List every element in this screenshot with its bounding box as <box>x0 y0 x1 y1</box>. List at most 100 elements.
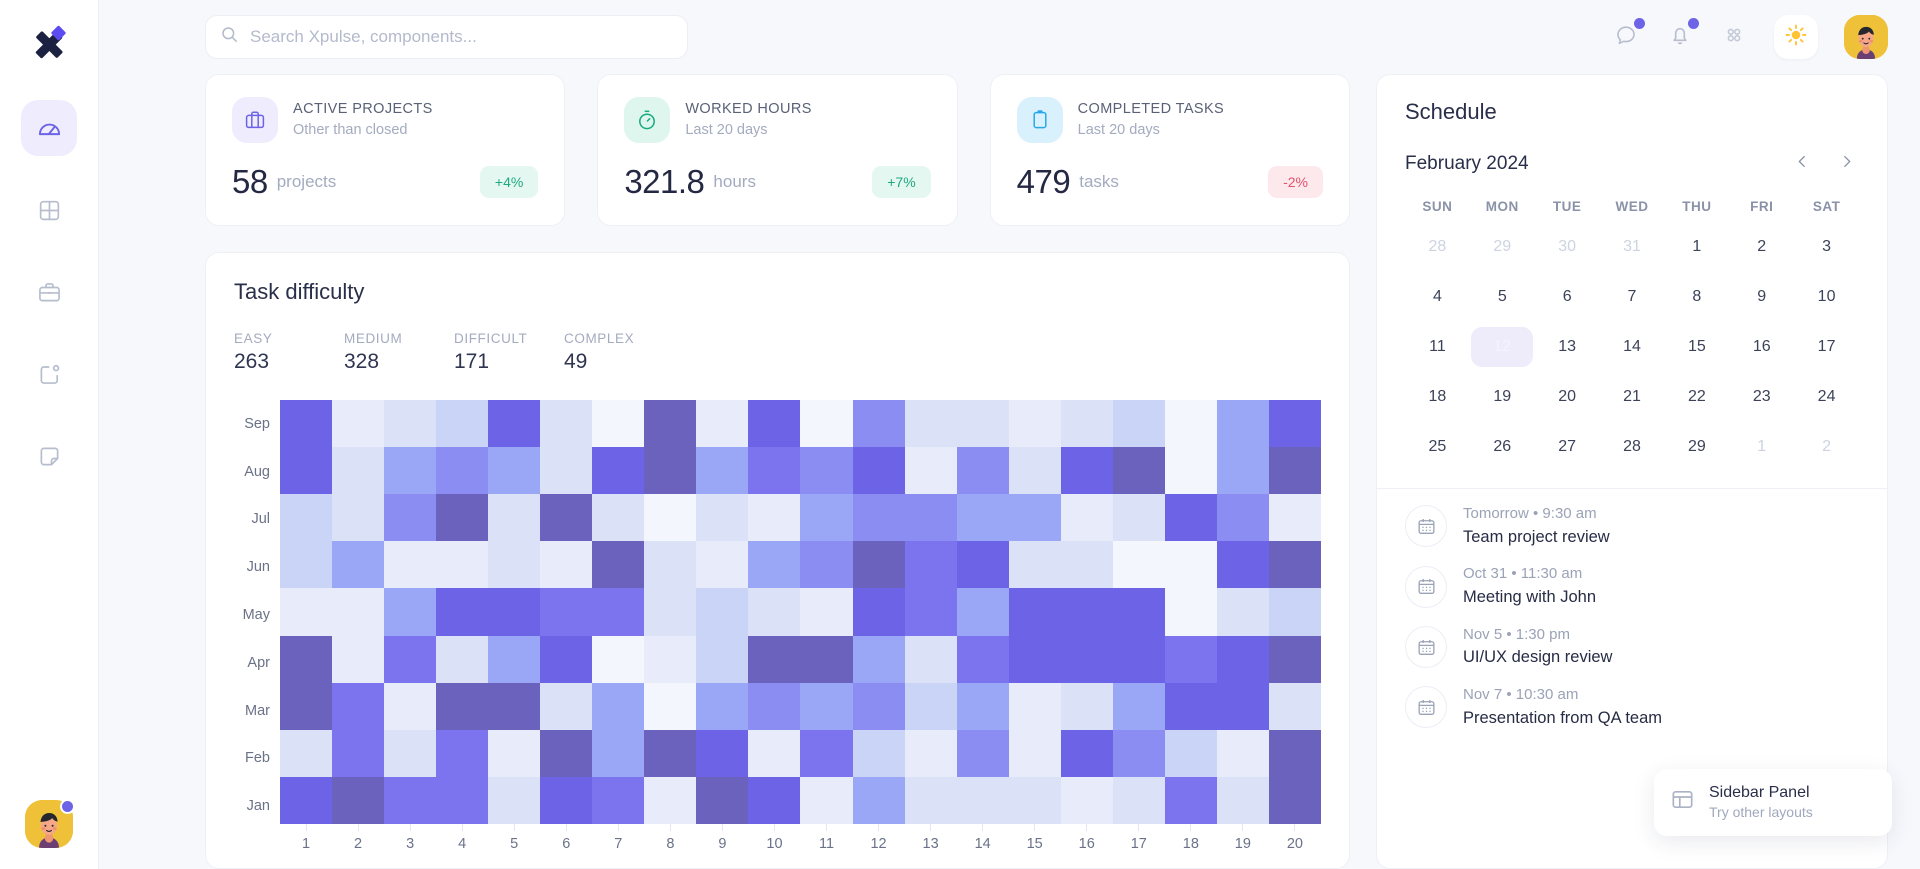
heatmap-cell[interactable] <box>592 541 644 588</box>
heatmap-cell[interactable] <box>1113 636 1165 683</box>
heatmap-cell[interactable] <box>592 683 644 730</box>
heatmap-cell[interactable] <box>592 730 644 777</box>
heatmap-cell[interactable] <box>1217 400 1269 447</box>
heatmap-cell[interactable] <box>853 777 905 824</box>
heatmap-cell[interactable] <box>1217 683 1269 730</box>
heatmap-cell[interactable] <box>1165 447 1217 494</box>
heatmap-cell[interactable] <box>696 636 748 683</box>
heatmap-cell[interactable] <box>1113 683 1165 730</box>
theme-toggle-button[interactable] <box>1774 15 1818 59</box>
heatmap-cell[interactable] <box>1009 636 1061 683</box>
heatmap-cell[interactable] <box>644 730 696 777</box>
heatmap-cell[interactable] <box>1061 777 1113 824</box>
heatmap-cell[interactable] <box>853 730 905 777</box>
calendar-day[interactable]: 30 <box>1535 222 1600 272</box>
calendar-day[interactable]: 6 <box>1535 272 1600 322</box>
heatmap-cell[interactable] <box>1269 494 1321 541</box>
calendar-day[interactable]: 5 <box>1470 272 1535 322</box>
heatmap-cell[interactable] <box>488 447 540 494</box>
heatmap-cell[interactable] <box>957 588 1009 635</box>
heatmap-cell[interactable] <box>488 541 540 588</box>
heatmap-cell[interactable] <box>800 588 852 635</box>
heatmap-cell[interactable] <box>1061 447 1113 494</box>
heatmap-cell[interactable] <box>957 730 1009 777</box>
heatmap-cell[interactable] <box>1269 683 1321 730</box>
heatmap-cell[interactable] <box>853 541 905 588</box>
heatmap-cell[interactable] <box>1165 541 1217 588</box>
heatmap-cell[interactable] <box>800 683 852 730</box>
heatmap-cell[interactable] <box>332 541 384 588</box>
heatmap-cell[interactable] <box>1009 494 1061 541</box>
heatmap-cell[interactable] <box>436 541 488 588</box>
heatmap-cell[interactable] <box>800 447 852 494</box>
heatmap-cell[interactable] <box>540 494 592 541</box>
heatmap-cell[interactable] <box>748 588 800 635</box>
heatmap-cell[interactable] <box>1165 494 1217 541</box>
heatmap-cell[interactable] <box>800 777 852 824</box>
calendar-day[interactable]: 13 <box>1535 322 1600 372</box>
calendar-day[interactable]: 31 <box>1600 222 1665 272</box>
heatmap-cell[interactable] <box>384 777 436 824</box>
sidebar-item-notes[interactable] <box>21 428 77 484</box>
heatmap-cell[interactable] <box>644 777 696 824</box>
heatmap-cell[interactable] <box>905 730 957 777</box>
heatmap-cell[interactable] <box>748 494 800 541</box>
heatmap-cell[interactable] <box>957 777 1009 824</box>
heatmap-cell[interactable] <box>332 683 384 730</box>
heatmap-cell[interactable] <box>384 588 436 635</box>
heatmap-cell[interactable] <box>696 588 748 635</box>
heatmap-cell[interactable] <box>280 730 332 777</box>
heatmap-cell[interactable] <box>384 730 436 777</box>
apps-button[interactable] <box>1720 23 1748 51</box>
heatmap-cell[interactable] <box>540 730 592 777</box>
calendar-day[interactable]: 27 <box>1535 422 1600 472</box>
heatmap-cell[interactable] <box>592 494 644 541</box>
heatmap-cell[interactable] <box>696 730 748 777</box>
heatmap-cell[interactable] <box>1269 777 1321 824</box>
heatmap-cell[interactable] <box>1217 636 1269 683</box>
heatmap-cell[interactable] <box>280 494 332 541</box>
calendar-day[interactable]: 2 <box>1794 422 1859 472</box>
heatmap-cell[interactable] <box>384 494 436 541</box>
calendar-day[interactable]: 11 <box>1405 322 1470 372</box>
heatmap-cell[interactable] <box>800 730 852 777</box>
calendar-day[interactable]: 2 <box>1729 222 1794 272</box>
heatmap-cell[interactable] <box>644 636 696 683</box>
heatmap-cell[interactable] <box>800 541 852 588</box>
calendar-day[interactable]: 22 <box>1664 372 1729 422</box>
calendar-day[interactable]: 20 <box>1535 372 1600 422</box>
heatmap-cell[interactable] <box>592 400 644 447</box>
heatmap-cell[interactable] <box>853 636 905 683</box>
heatmap-cell[interactable] <box>957 541 1009 588</box>
heatmap-cell[interactable] <box>592 588 644 635</box>
heatmap-cell[interactable] <box>905 400 957 447</box>
heatmap-cell[interactable] <box>644 588 696 635</box>
heatmap-cell[interactable] <box>436 777 488 824</box>
calendar-next-button[interactable] <box>1833 151 1859 177</box>
heatmap-cell[interactable] <box>644 494 696 541</box>
heatmap-cell[interactable] <box>540 636 592 683</box>
heatmap-cell[interactable] <box>1165 777 1217 824</box>
heatmap-cell[interactable] <box>853 683 905 730</box>
calendar-day[interactable]: 8 <box>1664 272 1729 322</box>
heatmap-cell[interactable] <box>696 777 748 824</box>
heatmap-cell[interactable] <box>800 400 852 447</box>
heatmap-cell[interactable] <box>1009 683 1061 730</box>
heatmap-cell[interactable] <box>1217 777 1269 824</box>
heatmap-cell[interactable] <box>1269 636 1321 683</box>
heatmap-cell[interactable] <box>748 400 800 447</box>
heatmap-cell[interactable] <box>332 730 384 777</box>
calendar-day[interactable]: 4 <box>1405 272 1470 322</box>
heatmap-cell[interactable] <box>644 541 696 588</box>
heatmap-cell[interactable] <box>332 400 384 447</box>
calendar-day-selected[interactable]: 12 <box>1470 322 1535 372</box>
heatmap-cell[interactable] <box>1217 494 1269 541</box>
heatmap-cell[interactable] <box>957 447 1009 494</box>
search-bar[interactable] <box>205 15 688 59</box>
heatmap-cell[interactable] <box>853 400 905 447</box>
heatmap-cell[interactable] <box>592 636 644 683</box>
heatmap-cell[interactable] <box>1217 588 1269 635</box>
heatmap-cell[interactable] <box>853 494 905 541</box>
heatmap-cell[interactable] <box>436 636 488 683</box>
heatmap-cell[interactable] <box>696 447 748 494</box>
